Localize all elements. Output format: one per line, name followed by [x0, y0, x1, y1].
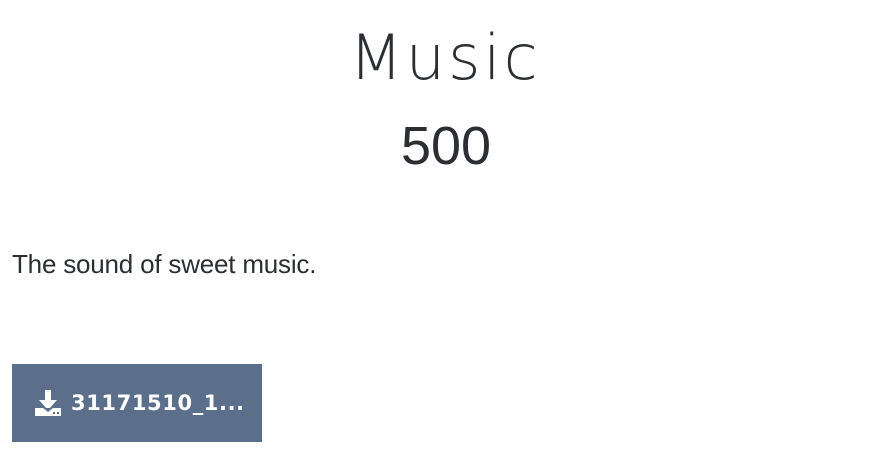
product-title: Music [349, 21, 541, 94]
product-page: Music 500 The sound of sweet music. 3117… [0, 0, 880, 460]
download-icon [33, 388, 63, 418]
product-price: 500 [400, 116, 492, 176]
download-filename: 31171510_1... [71, 391, 245, 415]
product-description: The sound of sweet music. [12, 249, 317, 279]
download-button[interactable]: 31171510_1... [12, 364, 262, 442]
